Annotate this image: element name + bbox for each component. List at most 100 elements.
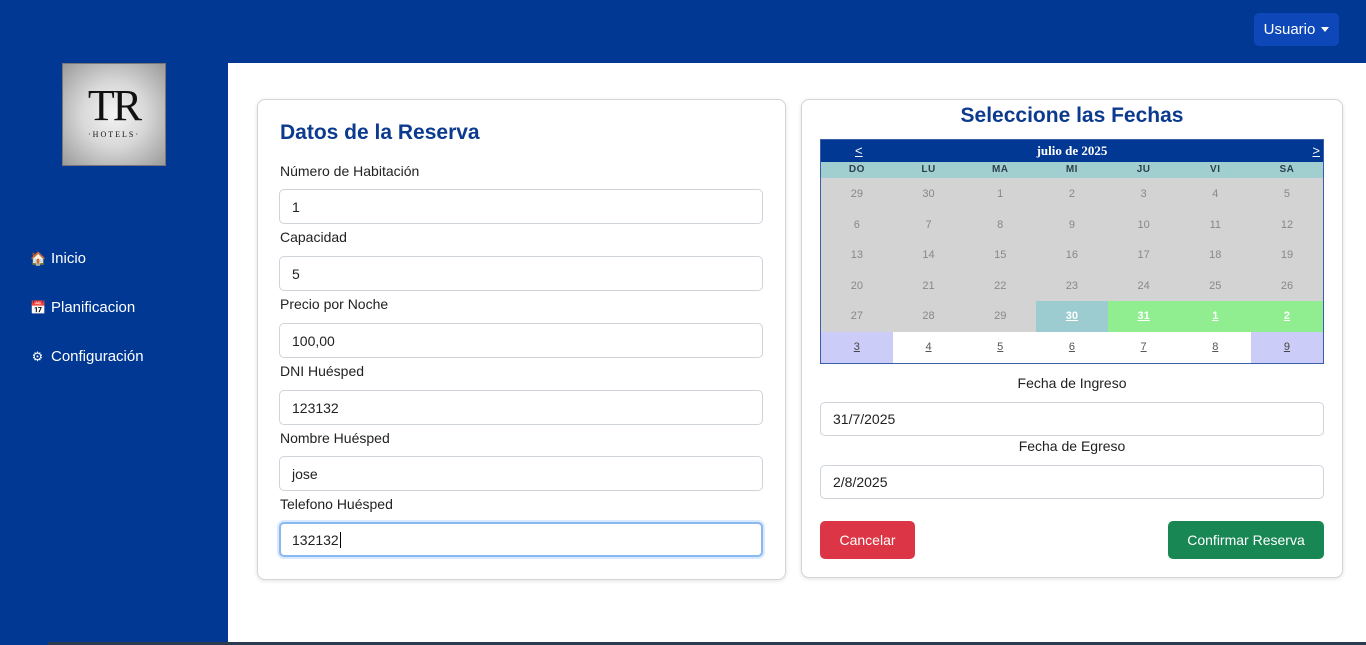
caret-down-icon — [1321, 27, 1330, 32]
calendar-day: 16 — [1065, 249, 1079, 261]
price-field[interactable]: 100,00 — [279, 323, 763, 358]
calendar-day: 28 — [922, 310, 935, 322]
calendar-day: 29 — [850, 188, 863, 200]
room-number-value: 1 — [292, 198, 300, 215]
checkout-field[interactable]: 2/8/2025 — [820, 465, 1324, 499]
calendar-day: 15 — [994, 249, 1007, 261]
dates-title: Seleccione las Fechas — [960, 104, 1184, 127]
calendar-day-selected[interactable]: 31 — [1107, 301, 1180, 332]
calendar-icon: 📅 — [30, 299, 47, 315]
room-number-field[interactable]: 1 — [279, 189, 763, 224]
calendar-day: 10 — [1137, 219, 1150, 231]
calendar-month-title: julio de 2025 — [1036, 143, 1108, 158]
text-cursor — [339, 531, 341, 548]
sidebar-item-label: Inicio — [51, 250, 87, 267]
calendar-day: 2 — [1068, 188, 1075, 200]
calendar-day: 13 — [850, 249, 863, 261]
logo-mark: TR — [87, 81, 142, 130]
calendar-day: 6 — [853, 219, 860, 231]
calendar-day: 30 — [922, 188, 935, 200]
calendar-day: 4 — [1212, 188, 1219, 200]
calendar-day: 24 — [1137, 280, 1150, 292]
user-menu-button[interactable]: Usuario — [1254, 13, 1339, 46]
calendar-day-today[interactable]: 30 — [1036, 301, 1108, 332]
calendar: < julio de 2025 > DO LU MA MI JU VI SA 2… — [820, 139, 1324, 364]
calendar-day: 22 — [994, 280, 1007, 292]
calendar-week: 29 30 1 2 3 4 5 — [821, 179, 1323, 210]
calendar-week: 6 7 8 9 10 11 12 — [821, 210, 1323, 241]
calendar-day-selected[interactable]: 1 — [1179, 301, 1252, 332]
room-number-label: Número de Habitación — [280, 163, 420, 179]
calendar-day: 12 — [1280, 219, 1294, 231]
weekday-header-row: DO LU MA MI JU VI SA — [821, 162, 1323, 178]
guest-phone-value: 132132 — [292, 531, 339, 548]
calendar-day: 14 — [922, 249, 935, 261]
home-icon: 🏠 — [30, 250, 47, 266]
checkin-field[interactable]: 31/7/2025 — [820, 402, 1324, 436]
calendar-day[interactable]: 9 — [1251, 332, 1323, 363]
capacity-field[interactable]: 5 — [279, 256, 763, 291]
calendar-day: 18 — [1209, 249, 1222, 261]
form-title: Datos de la Reserva — [280, 121, 480, 144]
calendar-day: 5 — [1283, 188, 1291, 200]
calendar-day: 19 — [1280, 249, 1294, 261]
calendar-day: 7 — [925, 219, 932, 231]
next-month-link[interactable]: > — [1312, 143, 1320, 158]
calendar-day: 1 — [997, 188, 1004, 200]
calendar-day[interactable]: 5 — [964, 332, 1037, 363]
guest-name-value: jose — [292, 465, 318, 482]
checkin-label: Fecha de Ingreso — [1017, 375, 1127, 391]
capacity-label: Capacidad — [280, 229, 347, 245]
price-label: Precio por Noche — [280, 296, 389, 312]
calendar-day: 17 — [1137, 249, 1150, 261]
calendar-day: 3 — [1140, 188, 1147, 200]
cancel-button[interactable]: Cancelar — [820, 521, 915, 559]
calendar-day: 23 — [1065, 280, 1079, 292]
guest-phone-field[interactable]: 132132 — [279, 522, 763, 557]
weekday-header: MI — [1065, 164, 1078, 175]
calendar-day[interactable]: 4 — [892, 332, 965, 363]
calendar-day: 8 — [997, 219, 1004, 231]
calendar-day: 11 — [1209, 219, 1221, 231]
checkout-value: 2/8/2025 — [833, 474, 888, 490]
guest-name-field[interactable]: jose — [279, 456, 763, 491]
checkout-label: Fecha de Egreso — [1018, 438, 1126, 454]
top-navbar: Usuario — [0, 0, 1366, 63]
calendar-day[interactable]: 6 — [1036, 332, 1108, 363]
calendar-week: 3 4 5 6 7 8 9 — [821, 332, 1323, 363]
calendar-day-selected[interactable]: 2 — [1251, 301, 1323, 332]
guest-dni-label: DNI Huésped — [280, 363, 365, 379]
user-menu-label: Usuario — [1263, 21, 1316, 38]
calendar-day[interactable]: 8 — [1179, 332, 1252, 363]
price-value: 100,00 — [292, 332, 335, 349]
calendar-day[interactable]: 3 — [821, 332, 893, 363]
weekday-header: DO — [848, 164, 865, 175]
confirm-reservation-button[interactable]: Confirmar Reserva — [1168, 521, 1324, 559]
calendar-day: 26 — [1280, 280, 1294, 292]
logo-subtitle: ·HOTELS· — [88, 130, 140, 139]
checkin-value: 31/7/2025 — [833, 411, 896, 427]
calendar-week: 13 14 15 16 17 18 19 — [821, 240, 1323, 271]
gear-icon: ⚙ — [31, 348, 44, 364]
calendar-day: 29 — [994, 310, 1007, 322]
weekday-header: SA — [1279, 164, 1295, 175]
calendar-day: 27 — [850, 310, 863, 322]
hotel-logo: TR ·HOTELS· — [62, 63, 166, 166]
calendar-header: < julio de 2025 > — [821, 140, 1323, 162]
calendar-day: 25 — [1209, 280, 1222, 292]
calendar-week: 27 28 29 30 31 1 2 — [821, 301, 1323, 332]
weekday-header: MA — [991, 164, 1009, 175]
sidebar-item-configuracion[interactable]: ⚙ Configuración — [30, 348, 144, 365]
weekday-header: LU — [921, 164, 936, 175]
calendar-day: 9 — [1068, 219, 1075, 231]
weekday-header: JU — [1136, 164, 1151, 175]
calendar-day: 21 — [922, 280, 935, 292]
capacity-value: 5 — [292, 265, 300, 282]
sidebar-item-inicio[interactable]: 🏠 Inicio — [30, 250, 86, 267]
calendar-day[interactable]: 7 — [1107, 332, 1180, 363]
sidebar-item-label: Planificacion — [51, 299, 136, 316]
guest-dni-field[interactable]: 123132 — [279, 390, 763, 425]
sidebar-item-label: Configuración — [51, 348, 144, 365]
guest-phone-label: Telefono Huésped — [280, 496, 393, 512]
sidebar-item-planificacion[interactable]: 📅 Planificacion — [30, 299, 135, 316]
